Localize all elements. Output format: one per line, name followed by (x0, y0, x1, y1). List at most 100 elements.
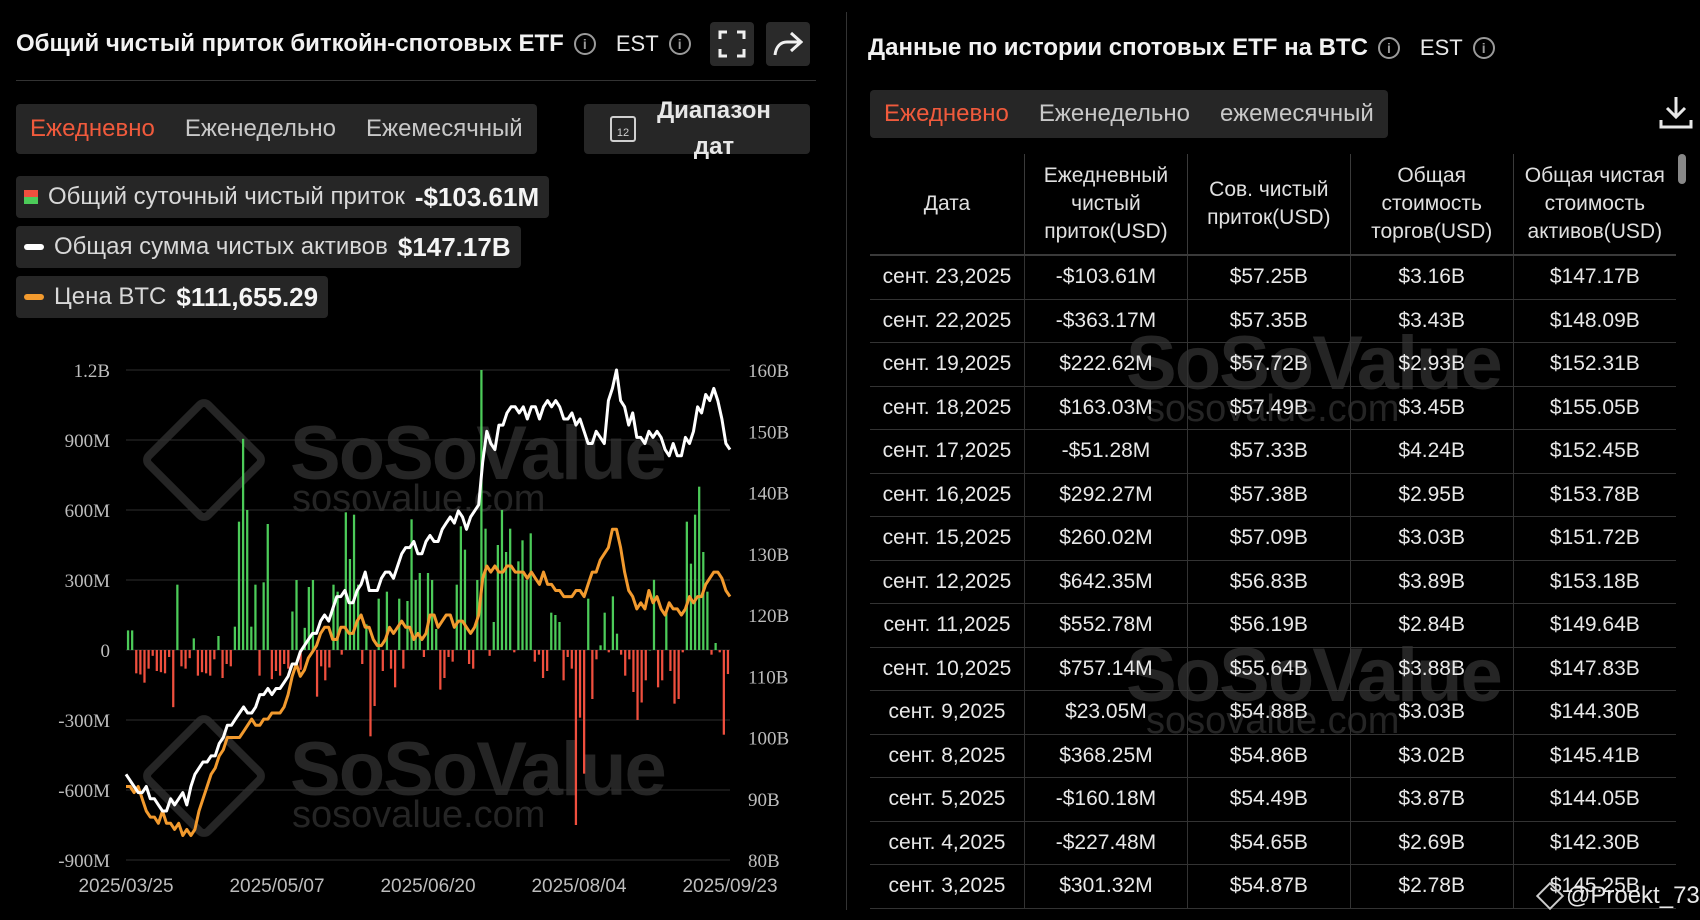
flow-bar (196, 650, 200, 676)
flow-bar (126, 630, 130, 650)
timezone-info-icon[interactable]: i (668, 33, 691, 55)
table-row[interactable]: сент. 15,2025 $260.02M $57.09B $3.03B $151.7… (870, 516, 1676, 561)
table-row[interactable]: сент. 16,2025 $292.27M $57.38B $2.95B $153.7… (870, 473, 1676, 517)
flow-bar (204, 650, 208, 674)
table-cell: $57.38B (1187, 473, 1351, 517)
timezone-info-icon[interactable]: i (1472, 37, 1495, 59)
table-row[interactable]: сент. 11,2025 $552.78M $56.19B $2.84B $149.6… (870, 603, 1676, 648)
flow-bar (369, 650, 372, 737)
table-row[interactable]: сент. 19,2025 $222.62M $57.72B $2.93B $152.3… (870, 342, 1676, 387)
flow-bar (521, 540, 524, 650)
flow-bar (274, 650, 278, 671)
flow-bar (422, 650, 426, 657)
y-right-tick-label: 80B (748, 851, 780, 872)
y-left-tick-label: -600M (58, 781, 110, 802)
column-header: Сов. чистый приток(USD) (1187, 154, 1351, 256)
flow-bar (484, 528, 487, 650)
y-left-tick-label: 900M (65, 431, 111, 452)
table-cell: $57.33B (1187, 429, 1351, 474)
flow-bar (266, 524, 269, 650)
y-left-tick-label: 600M (65, 501, 111, 522)
flow-bar (698, 486, 701, 650)
flow-bar (348, 559, 352, 650)
legend-daily-flow[interactable]: Общий суточный чистый приток -$103.61M (16, 176, 550, 218)
y-right-tick-label: 100B (748, 729, 789, 750)
flow-bar (661, 650, 664, 681)
tab-daily[interactable]: Ежедневно (884, 100, 1009, 128)
flow-bar (340, 650, 343, 655)
diamond-icon (1535, 881, 1565, 911)
table-row[interactable]: сент. 23,2025 -$103.61M $57.25B $3.16B $147.… (870, 255, 1676, 300)
flow-bar (488, 650, 491, 656)
table-cell: сент. 10,2025 (870, 647, 1025, 691)
table-row[interactable]: сент. 22,2025 -$363.17M $57.35B $3.43B $148.… (870, 299, 1676, 343)
table-cell: $2.78B (1350, 864, 1514, 909)
table-cell: -$363.17M (1024, 299, 1188, 343)
flow-bar (225, 650, 228, 664)
flow-bar (693, 514, 697, 650)
flow-bar (644, 650, 647, 681)
flow-bar (706, 591, 709, 650)
flow-bar (607, 650, 610, 653)
tab-monthly[interactable]: Ежемесячный (366, 115, 523, 143)
flow-bar (426, 573, 430, 650)
flow-bar (180, 650, 183, 667)
table-row[interactable]: сент. 18,2025 $163.03M $57.49B $3.45B $155.0… (870, 386, 1676, 430)
tab-daily[interactable]: Ежедневно (30, 115, 155, 143)
y-left-tick-label: 300M (65, 571, 111, 592)
inflow-chart[interactable]: 1.2B 900M 600M 300M 0 -300M -600M -900M 160B 150B… (0, 340, 840, 910)
legend-net-assets[interactable]: Общая сумма чистых активов $147.17B (16, 226, 521, 268)
table-cell: $3.03B (1350, 516, 1514, 561)
flow-bar (361, 650, 364, 664)
flow-bar (246, 510, 249, 650)
table-cell: $56.83B (1187, 560, 1351, 604)
table-cell: $301.32M (1024, 864, 1188, 909)
legend-value: -$103.61M (414, 181, 540, 212)
flow-bar (188, 650, 191, 659)
tab-weekly[interactable]: Еженедельно (1039, 100, 1190, 128)
info-icon[interactable]: i (573, 33, 596, 55)
table-cell: $3.88B (1350, 647, 1514, 691)
table-cell: $54.49B (1187, 777, 1351, 822)
table-cell: сент. 18,2025 (870, 386, 1025, 430)
table-scrollbar[interactable] (1678, 154, 1686, 184)
flow-bar (714, 643, 717, 650)
tab-weekly[interactable]: Еженедельно (185, 115, 336, 143)
table-cell: -$103.61M (1024, 255, 1188, 300)
flow-bar (652, 579, 656, 650)
table-row[interactable]: сент. 12,2025 $642.35M $56.83B $3.89B $153.1… (870, 560, 1676, 604)
table-row[interactable]: сент. 8,2025 $368.25M $54.86B $3.02B $145.41… (870, 734, 1676, 778)
legend-btc-price[interactable]: Цена BTC $111,655.29 (16, 276, 329, 318)
legend-value: $147.17B (397, 231, 511, 262)
info-icon[interactable]: i (1377, 37, 1400, 59)
table-row[interactable]: сент. 4,2025 -$227.48M $54.65B $2.69B $142.3… (870, 821, 1676, 865)
table-row[interactable]: сент. 5,2025 -$160.18M $54.49B $3.87B $144.0… (870, 777, 1676, 822)
flow-bar (529, 533, 532, 650)
date-range-button[interactable]: 12 Диапазон дат (584, 97, 810, 160)
table-row[interactable]: сент. 9,2025 $23.05M $54.88B $3.03B $144.30B (870, 690, 1676, 735)
flow-bar (636, 650, 639, 720)
flow-bar (685, 521, 688, 650)
table-row[interactable]: сент. 17,2025 -$51.28M $57.33B $4.24B $152.4… (870, 429, 1676, 474)
flow-bar (451, 650, 454, 662)
line-swatch-icon (24, 294, 44, 300)
table-title: Данные по истории спотовых ETF на BTC (868, 34, 1368, 61)
left-title-row: Общий чистый приток биткойн-спотовых ETF… (16, 30, 691, 58)
flow-bar (439, 650, 442, 690)
share-icon[interactable] (766, 22, 810, 66)
flow-bar (611, 596, 615, 650)
flow-bar (554, 615, 557, 650)
fullscreen-icon[interactable] (710, 22, 754, 66)
x-tick-label: 2025/08/04 (531, 876, 627, 897)
flow-bar (550, 612, 553, 650)
download-icon[interactable] (1658, 94, 1694, 130)
flow-bar (677, 650, 680, 699)
table-cell: $153.78B (1513, 473, 1676, 517)
flow-bar (624, 650, 627, 676)
table-row[interactable]: сент. 10,2025 $757.14M $55.64B $3.88B $147.8… (870, 647, 1676, 691)
tab-monthly[interactable]: ежемесячный (1220, 100, 1374, 128)
right-title-row: Данные по истории спотовых ETF на BTC i … (868, 34, 1495, 62)
table-cell: $147.17B (1513, 255, 1676, 300)
flow-bar (681, 650, 684, 653)
flow-bar (291, 611, 294, 650)
